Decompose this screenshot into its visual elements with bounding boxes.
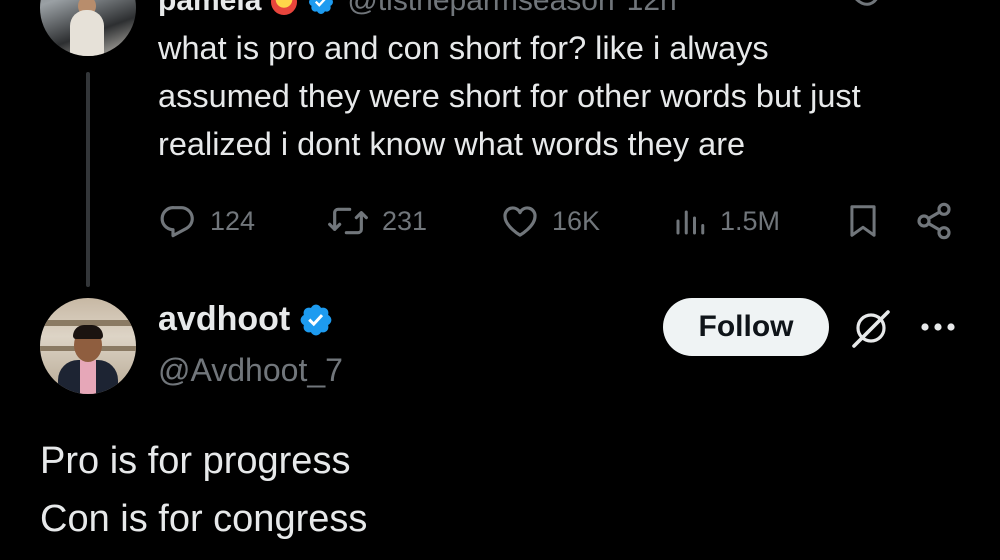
like-button[interactable]: 16K (500, 196, 600, 246)
bookmark-icon (850, 205, 876, 237)
avatar-parent[interactable] (40, 0, 136, 56)
parent-handle[interactable]: @tistheparmseason (347, 0, 614, 17)
reply-count: 124 (210, 205, 256, 236)
reply-button[interactable]: 124 (158, 196, 255, 246)
parent-tweet-text: what is pro and con short for? like i al… (158, 24, 978, 168)
verified-icon (300, 304, 332, 335)
bookmark-button[interactable] (844, 196, 882, 246)
more-icon[interactable] (916, 312, 960, 342)
heart-emoji-icon (271, 0, 298, 16)
views-button[interactable]: 1.5M (672, 196, 780, 246)
parent-tweet-line: what is pro and con short for? like i al… (158, 30, 769, 66)
repost-button[interactable]: 231 (326, 196, 427, 246)
grok-icon[interactable] (848, 306, 894, 350)
like-icon (503, 206, 537, 237)
reply-tweet-line: Con is for congress (40, 498, 368, 540)
tweet-action-bar: 124 231 16K 1.5M (158, 196, 968, 246)
like-count: 16K (552, 205, 601, 236)
verified-icon (309, 0, 334, 15)
repost-count: 231 (382, 205, 428, 236)
parent-tweet-line: assumed they were short for other words … (158, 78, 861, 114)
parent-timestamp[interactable]: 12h (627, 0, 677, 17)
reply-tweet-line: Pro is for progress (40, 440, 351, 482)
reply-author[interactable]: avdhoot (158, 300, 334, 339)
views-icon (676, 210, 705, 235)
share-icon (917, 202, 951, 240)
views-count: 1.5M (720, 205, 781, 236)
repost-icon (328, 207, 368, 235)
grok-icon[interactable] (848, 0, 884, 12)
reply-tweet-text: Pro is for progress Con is for congress (40, 432, 980, 548)
parent-tweet-header: pamela @tistheparmseason 12h (158, 0, 677, 17)
parent-display-name[interactable]: pamela (158, 0, 261, 17)
reply-display-name[interactable]: avdhoot (158, 300, 290, 339)
reply-handle[interactable]: @Avdhoot_7 (158, 352, 343, 389)
avatar-reply[interactable] (40, 298, 136, 394)
reply-icon (160, 206, 194, 238)
parent-tweet-line: realized i dont know what words they are (158, 126, 746, 162)
thread-connector-line (86, 72, 90, 287)
follow-button[interactable]: Follow (663, 298, 829, 356)
share-button[interactable] (914, 196, 954, 246)
